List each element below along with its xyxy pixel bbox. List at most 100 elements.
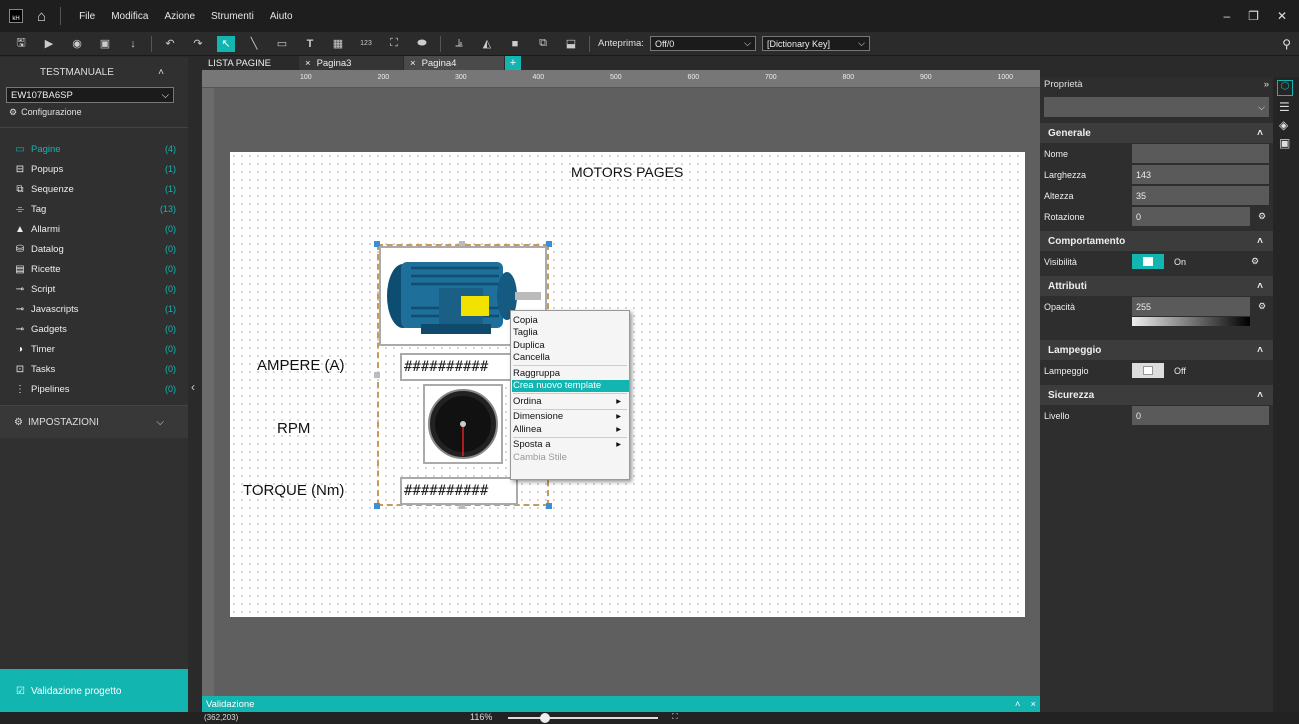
ampere-value-field[interactable]: ########## [400, 353, 518, 381]
fit-screen-icon[interactable]: ⛶ [672, 712, 678, 722]
frame-tool-icon[interactable]: ⛶ [385, 36, 403, 52]
section-comportamento[interactable]: Comportamento ˄ [1040, 231, 1273, 251]
sidebar-item-sequenze[interactable]: ⧉ Sequenze (1) [0, 179, 188, 199]
blink-toggle[interactable] [1132, 363, 1164, 378]
build-icon[interactable]: ▣ [96, 36, 114, 52]
menu-item-sposta-a[interactable]: Sposta a ▸ [512, 439, 629, 452]
rpm-label[interactable]: RPM [277, 420, 310, 437]
undo-icon[interactable]: ↶ [161, 36, 179, 52]
layers-tab-icon[interactable]: ◈ [1279, 118, 1293, 132]
properties-tab-icon[interactable]: ⬡ [1277, 80, 1293, 96]
menu-modifica[interactable]: Modifica [111, 11, 148, 22]
tab-pagina4[interactable]: × Pagina4 [404, 56, 504, 70]
select-tool-icon[interactable]: ↖ [217, 35, 235, 52]
text-tool-icon[interactable]: T [301, 36, 319, 52]
dictionary-select[interactable]: [Dictionary Key] ⌵ [761, 36, 870, 51]
preview-select[interactable]: Off/0 ⌵ [649, 36, 756, 51]
ampere-label[interactable]: AMPERE (A) [257, 357, 345, 374]
zoom-slider-thumb[interactable] [540, 713, 550, 723]
close-icon[interactable]: × [305, 58, 311, 69]
altezza-input[interactable]: 35 [1132, 186, 1269, 205]
link-icon[interactable]: ⚙ [1251, 256, 1259, 267]
layer-icon[interactable]: ■ [506, 36, 524, 52]
sidebar-item-javascripts[interactable]: ⊸ Javascripts (1) [0, 299, 188, 319]
menu-item-raggruppa[interactable]: Raggruppa [512, 367, 629, 380]
section-lampeggio[interactable]: Lampeggio ˄ [1040, 340, 1273, 360]
sidebar-item-pipelines[interactable]: ⋮ Pipelines (0) [0, 379, 188, 399]
home-icon[interactable]: ⌂ [37, 8, 46, 25]
rotazione-input[interactable]: 0 [1132, 207, 1250, 226]
download-icon[interactable]: ↓ [124, 36, 142, 52]
menu-item-duplica[interactable]: Duplica [512, 339, 629, 352]
menu-item-allinea[interactable]: Allinea ▸ [512, 423, 629, 436]
menu-strumenti[interactable]: Strumenti [211, 11, 254, 22]
align-icon[interactable]: ⫡ [450, 36, 468, 52]
sidebar-item-datalog[interactable]: ⛁ Datalog (0) [0, 239, 188, 259]
sidebar-item-tasks[interactable]: ⊡ Tasks (0) [0, 359, 188, 379]
pin-icon[interactable]: ⬓ [562, 36, 580, 52]
sidebar-item-ricette[interactable]: ▤ Ricette (0) [0, 259, 188, 279]
redo-icon[interactable]: ↷ [189, 36, 207, 52]
link-icon[interactable]: ⚙ [1258, 211, 1266, 222]
visibility-toggle[interactable] [1132, 254, 1164, 269]
torque-value-field[interactable]: ########## [400, 477, 518, 505]
tab-pagina3[interactable]: × Pagina3 [299, 56, 403, 70]
torque-label[interactable]: TORQUE (Nm) [243, 482, 344, 499]
save-icon[interactable]: 🖫 [12, 36, 30, 52]
flip-icon[interactable]: ◭ [478, 36, 496, 52]
sidebar-item-script[interactable]: ⊸ Script (0) [0, 279, 188, 299]
rectangle-tool-icon[interactable]: ▭ [273, 36, 291, 52]
device-select[interactable]: EW107BA6SP ⌵ [6, 87, 174, 103]
menu-item-cancella[interactable]: Cancella [512, 352, 629, 365]
list-tab-icon[interactable]: ☰ [1279, 100, 1293, 114]
project-header[interactable]: TESTMANUALE ˄ [0, 57, 188, 87]
menu-item-crea-nuovo-template[interactable]: Crea nuovo template [512, 379, 629, 392]
validation-bar[interactable]: Validazione ˄ × [202, 696, 1040, 712]
play-icon[interactable]: ▶ [40, 36, 58, 52]
object-select[interactable]: ⌵ [1044, 97, 1269, 117]
section-attributi[interactable]: Attributi ˄ [1040, 276, 1273, 296]
menu-item-copia[interactable]: Copia [512, 314, 629, 327]
sidebar-item-tag[interactable]: ⌯ Tag (13) [0, 199, 188, 219]
sidebar-item-timer[interactable]: ◑ Timer (0) [0, 339, 188, 359]
opacity-slider[interactable] [1132, 317, 1250, 326]
restore-icon[interactable]: ❐ [1248, 9, 1259, 23]
menu-file[interactable]: File [79, 11, 95, 22]
add-tab-button[interactable]: + [505, 56, 521, 70]
simulate-icon[interactable]: ◉ [68, 36, 86, 52]
selection-handle[interactable] [546, 503, 552, 509]
sidebar-item-gadgets[interactable]: ⊸ Gadgets (0) [0, 319, 188, 339]
configuration-link[interactable]: ⚙ Configurazione [0, 103, 188, 121]
page-title-text[interactable]: MOTORS PAGES [571, 164, 683, 180]
selection-handle[interactable] [374, 503, 380, 509]
template-tab-icon[interactable]: ▣ [1279, 136, 1293, 150]
sidebar-item-allarmi[interactable]: ▲ Allarmi (0) [0, 219, 188, 239]
livello-input[interactable]: 0 [1132, 406, 1269, 425]
image-tool-icon[interactable]: ▦ [329, 36, 347, 52]
zoom-slider[interactable] [508, 717, 658, 719]
close-icon[interactable]: × [1030, 699, 1036, 710]
collapse-sidebar-icon[interactable]: ‹ [191, 380, 195, 394]
selection-handle[interactable] [374, 372, 380, 378]
section-sicurezza[interactable]: Sicurezza ˄ [1040, 385, 1273, 405]
sidebar-item-popups[interactable]: ⊟ Popups (1) [0, 159, 188, 179]
nome-input[interactable] [1132, 144, 1269, 163]
menu-aiuto[interactable]: Aiuto [270, 11, 293, 22]
menu-item-taglia[interactable]: Taglia [512, 327, 629, 340]
rpm-gauge[interactable] [423, 384, 503, 464]
collapse-panel-icon[interactable]: » [1264, 79, 1269, 90]
close-icon[interactable]: × [410, 58, 416, 69]
larghezza-input[interactable]: 143 [1132, 165, 1269, 184]
menu-item-dimensione[interactable]: Dimensione ▸ [512, 411, 629, 424]
menu-azione[interactable]: Azione [164, 11, 195, 22]
minimize-icon[interactable]: – [1223, 9, 1230, 23]
search-icon[interactable]: ⚲ [1282, 37, 1291, 51]
chevron-up-icon[interactable]: ˄ [1015, 699, 1021, 710]
numeric-field-icon[interactable]: 123 [357, 36, 375, 52]
tab-lista-pagine[interactable]: LISTA PAGINE [202, 56, 298, 70]
button-tool-icon[interactable]: ⬬ [413, 36, 431, 52]
validate-project-button[interactable]: ☑ Validazione progetto [0, 669, 188, 714]
group-icon[interactable]: ⧉ [534, 36, 552, 52]
section-generale[interactable]: Generale ˄ [1040, 123, 1273, 143]
link-icon[interactable]: ⚙ [1258, 301, 1266, 312]
